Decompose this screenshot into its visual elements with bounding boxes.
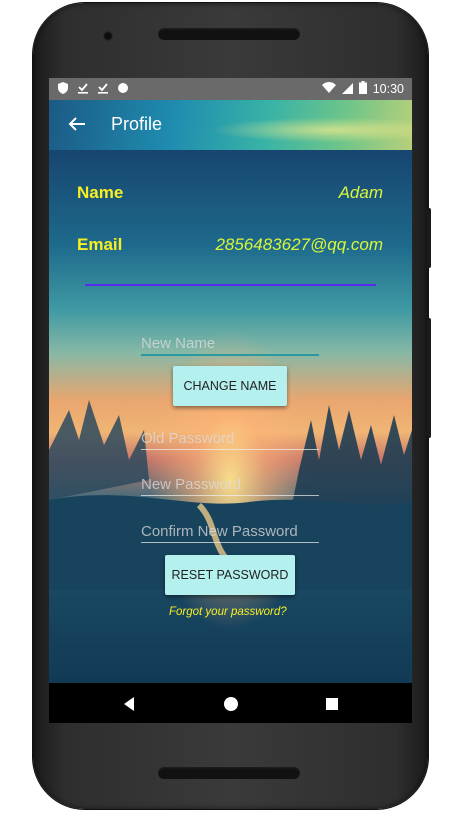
status-icons-left bbox=[57, 81, 129, 95]
confirm-password-underline bbox=[141, 542, 319, 543]
navigation-bar bbox=[49, 683, 412, 723]
status-bar: 10:30 bbox=[49, 78, 412, 100]
profile-divider bbox=[85, 284, 376, 286]
old-password-underline bbox=[141, 449, 319, 450]
email-label: Email bbox=[77, 235, 123, 254]
wifi-icon bbox=[321, 81, 336, 97]
change-name-button[interactable]: CHANGE NAME bbox=[173, 366, 287, 406]
name-value: Adam bbox=[338, 183, 383, 202]
battery-icon bbox=[358, 81, 367, 97]
old-password-input[interactable] bbox=[141, 426, 319, 450]
forgot-password-link[interactable]: Forgot your password? bbox=[169, 606, 287, 618]
status-time: 10:30 bbox=[372, 82, 404, 96]
new-password-underline bbox=[141, 495, 319, 496]
phone-frame: 10:30 Profile Name Adam Email 2856483627… bbox=[33, 3, 431, 809]
signal-icon bbox=[341, 82, 353, 97]
bottom-speaker bbox=[158, 767, 300, 779]
app-bar: Profile bbox=[49, 100, 412, 150]
circle-icon bbox=[117, 81, 129, 95]
new-name-underline bbox=[141, 354, 319, 356]
download-done-icon bbox=[77, 81, 89, 95]
profile-content: Name Adam Email 2856483627@qq.com CHANGE… bbox=[49, 150, 412, 683]
new-name-input[interactable] bbox=[141, 331, 319, 355]
page-title: Profile bbox=[111, 114, 163, 134]
power-button bbox=[427, 208, 431, 268]
new-password-input[interactable] bbox=[141, 472, 319, 496]
screen: 10:30 Profile Name Adam Email 2856483627… bbox=[49, 78, 412, 723]
arrow-back-icon[interactable] bbox=[65, 112, 89, 136]
front-camera bbox=[103, 31, 113, 41]
shield-icon bbox=[57, 81, 69, 95]
confirm-password-input[interactable] bbox=[141, 519, 319, 543]
reset-password-button[interactable]: RESET PASSWORD bbox=[165, 555, 295, 595]
back-triangle-icon[interactable] bbox=[119, 693, 141, 715]
download-done-icon bbox=[97, 81, 109, 95]
status-icons-right: 10:30 bbox=[321, 81, 404, 97]
recents-square-icon[interactable] bbox=[321, 693, 343, 715]
name-label: Name bbox=[77, 183, 124, 202]
email-value: 2856483627@qq.com bbox=[215, 235, 383, 254]
top-speaker bbox=[158, 28, 300, 40]
volume-button bbox=[427, 318, 431, 438]
home-circle-icon[interactable] bbox=[220, 693, 242, 715]
